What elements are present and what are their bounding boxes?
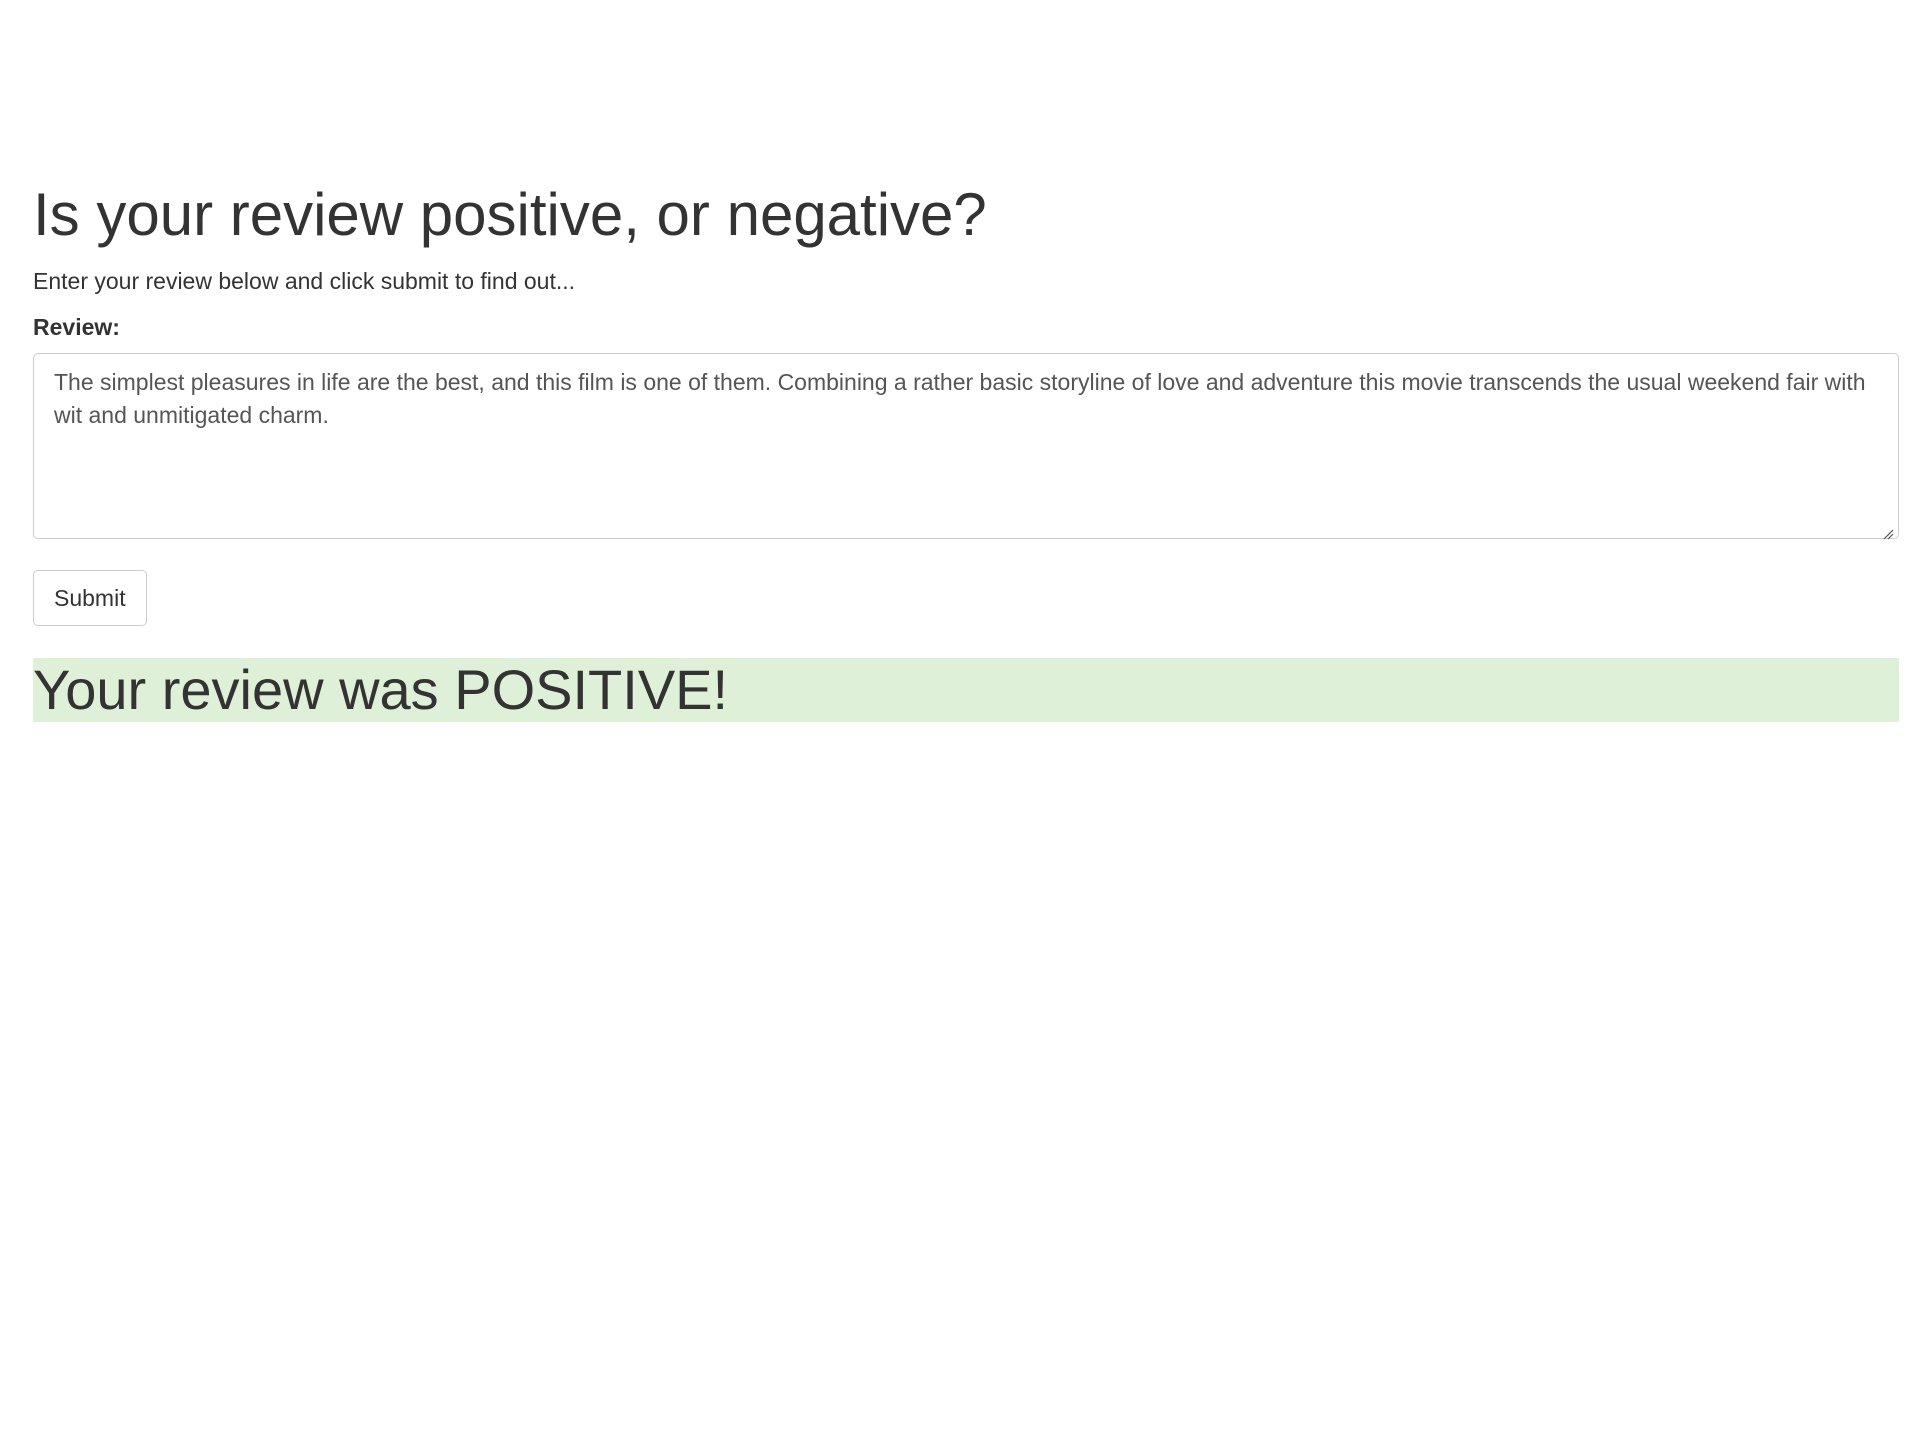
page-title: Is your review positive, or negative?: [33, 181, 987, 248]
review-field-wrapper: The simplest pleasures in life are the b…: [33, 343, 1899, 544]
page: Is your review positive, or negative? En…: [0, 0, 1920, 1440]
submit-button[interactable]: Submit: [33, 570, 147, 626]
resize-grip-icon[interactable]: [1882, 527, 1894, 540]
review-textarea[interactable]: The simplest pleasures in life are the b…: [33, 353, 1899, 539]
page-subtitle: Enter your review below and click submit…: [33, 268, 576, 294]
result-banner: Your review was POSITIVE!: [33, 658, 1899, 722]
review-label: Review:: [33, 314, 120, 340]
main-container: Is your review positive, or negative? En…: [33, 170, 1899, 722]
